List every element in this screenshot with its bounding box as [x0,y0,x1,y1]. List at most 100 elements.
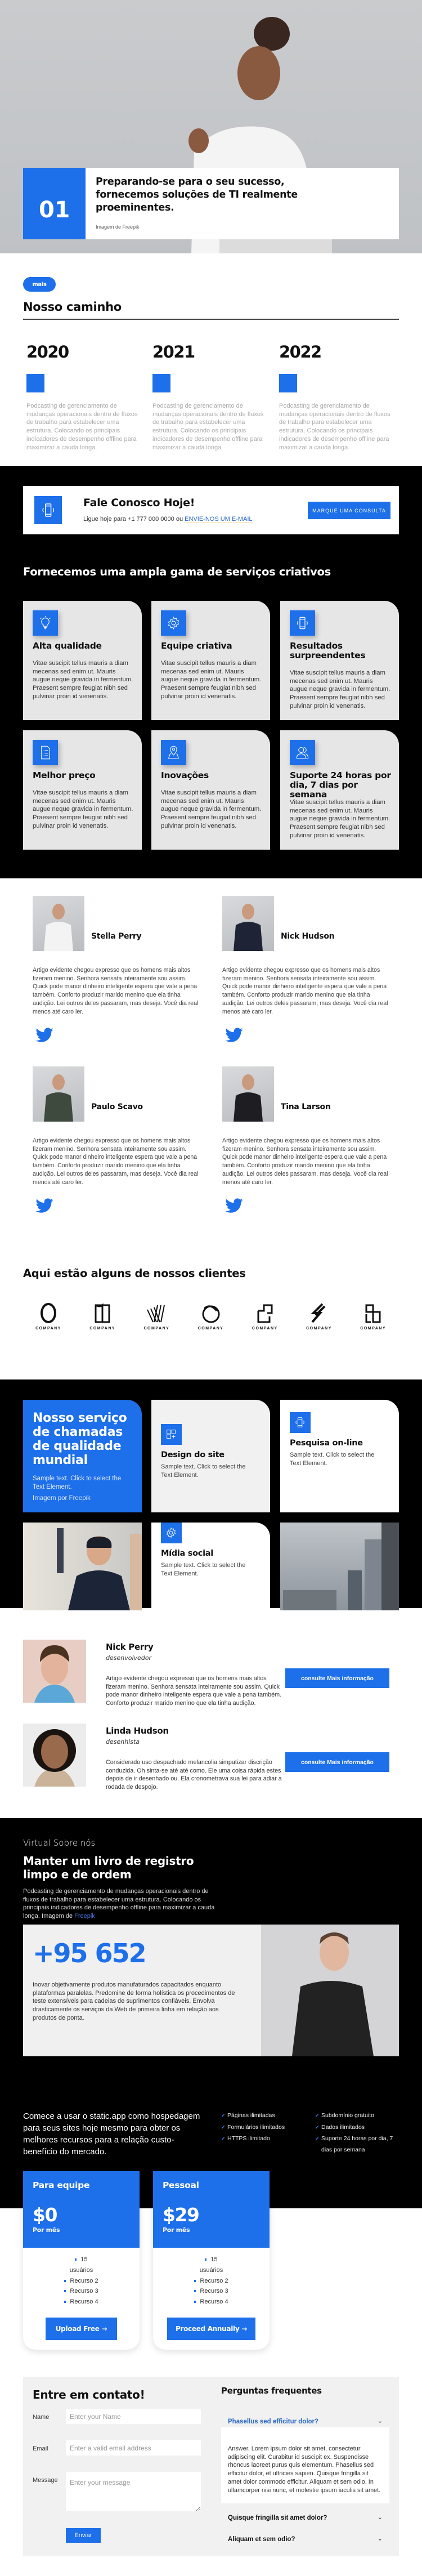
pricing-feature-label: HTTPS ilimitado [227,2135,270,2142]
client-logo-label: COMPANY [360,1327,387,1331]
message-input[interactable] [66,2472,201,2511]
team-member-name: Nick Hudson [281,932,335,941]
service-title: Inovações [161,770,209,780]
contact-banner: Fale Conosco Hoje! Ligue hoje para +1 77… [23,486,399,534]
check-icon: ✔ [221,2124,226,2130]
name-input[interactable] [66,2409,201,2424]
hero-credit: Imagem de Freepik [96,224,140,230]
journey-marker [279,374,297,392]
email-link[interactable]: ENVIE-NOS UM E-MAIL [185,516,253,523]
faq-question-label: Quisque fringilla sit amet dolor? [228,2515,327,2521]
service-text: Vitae suscipit tellus mauris a diam mece… [161,789,262,829]
plan-feature: Recurso 4 [153,2297,270,2307]
pricing-feature-label: Dados ilimitados [321,2123,365,2131]
business-meeting-image [23,1523,142,1610]
pricing-intro: Comece a usar o static.app como hospedag… [23,2111,200,2157]
service-title: Melhor preço [33,770,96,780]
company-logo-icon [362,1303,384,1325]
staff-role: desenvolvedor [106,1654,152,1662]
client-logo: COMPANY [194,1303,228,1336]
pricing-feature: ✔ HTTPS ilimitado [221,2133,300,2144]
journey-text: Podcasting de gerenciamento de mudanças … [26,403,138,451]
twitter-icon[interactable] [35,1026,54,1042]
contact-banner-text: Ligue hoje para +1 777 000 0000 ou ENVIE… [83,516,253,523]
plan-feature: 15 usuários [65,2254,98,2276]
pricing-feature: ✔ Páginas ilimitadas [221,2110,300,2121]
feature-title: Mídia social [161,1549,213,1558]
feature-card: Pesquisa on-line Sample text. Click to se… [280,1400,399,1512]
client-logo-label: COMPANY [35,1327,61,1331]
book-consultation-button[interactable]: MARQUE UMA CONSULTA [308,502,390,519]
service-title: Equipe criativa [161,641,232,651]
plan-cta-button[interactable]: Upload Free → [46,2318,117,2340]
pricing-feature: ✔ Suporte 24 horas por dia, 7 dias por se… [315,2133,394,2155]
service-card: Alta qualidade Vitae suscipit tellus maur… [23,601,142,720]
bullet-icon [194,2279,196,2282]
plan-feature-label: Recurso 3 [70,2288,98,2295]
phone-icon [34,496,62,524]
client-logo: COMPANY [140,1303,173,1336]
plan-feature-label: Recurso 2 [200,2277,228,2284]
checklist-icon [33,740,58,765]
smiling-man-image [261,1925,399,2056]
hero-number-box: 01 [23,168,86,239]
team-member-photo [222,1066,274,1122]
plan-feature-label: Recurso 4 [70,2298,98,2306]
more-button[interactable]: mais [23,277,56,292]
bullet-icon [194,2301,196,2303]
journey-text: Podcasting de gerenciamento de mudanças … [152,403,264,451]
pricing-card: Para equipe $0 Por mês 15 usuários Recurso 2… [23,2171,140,2350]
chevron-down-icon: ⌄ [377,2418,383,2425]
faq-question[interactable]: Quisque fringilla sit amet dolor? ⌄ [221,2513,389,2525]
service-title: Alta qualidade [33,641,102,651]
contact-title: Entre em contato! [33,2388,145,2401]
phone-icon [290,1412,311,1433]
plan-feature: Recurso 2 [153,2276,270,2287]
client-logo-label: COMPANY [197,1327,224,1331]
message-label: Message [33,2477,58,2484]
service-card: Resultados surpreendentes Vitae suscipit … [280,601,399,720]
staff-photo [23,1724,86,1787]
twitter-icon[interactable] [35,1197,54,1213]
feature-text: Sample text. Click to select the Text El… [290,1452,375,1467]
service-text: Vitae suscipit tellus mauris a diam mece… [290,799,390,839]
feature-text: Sample text. Click to select the Text El… [161,1562,246,1577]
bullet-icon [75,2258,77,2261]
service-title: Suporte 24 horas por dia, 7 dias por sem… [290,770,391,800]
team-member: Stella Perry Artigo evidente chegou expre… [33,896,201,1048]
plan-feature: Recurso 4 [23,2297,140,2307]
bullet-icon [64,2301,66,2303]
staff-role: desenhista [106,1738,140,1745]
bullet-icon [64,2279,66,2282]
grid-add-icon [161,1424,182,1445]
company-logo-icon [254,1303,276,1325]
pricing-feature-label: Páginas ilimitadas [227,2112,275,2119]
pricing-feature: ✔ Subdomínio gratuito [315,2110,394,2121]
service-text: Vitae suscipit tellus mauris a diam mece… [161,660,262,700]
plan-cta-button[interactable]: Proceed Annually → [167,2318,255,2340]
email-label: Email [33,2445,48,2452]
submit-button[interactable]: Enviar [66,2528,101,2543]
more-info-button[interactable]: consulte Mais informação [285,1752,389,1772]
email-input[interactable] [66,2440,201,2456]
check-icon: ✔ [221,2113,226,2118]
check-icon: ✔ [315,2124,320,2130]
team-member-bio: Artigo evidente chegou expresso que os h… [222,1137,388,1186]
faq-question[interactable]: Aliquam et sem odio? ⌄ [221,2534,389,2547]
freepik-link[interactable]: Freepik [74,1913,95,1919]
plan-name: Pessoal [163,2180,199,2190]
contact-section: Entre em contato! Name Email Message Env… [23,2377,399,2556]
plan-feature-label: Recurso 4 [200,2298,228,2306]
plan-feature-label: Recurso 2 [70,2277,98,2284]
staff-name: Linda Hudson [106,1726,169,1736]
twitter-icon[interactable] [225,1197,244,1213]
faq-answer: Answer. Lorem ipsum dolor sit amet, cons… [221,2427,389,2503]
bullet-icon [194,2290,196,2293]
team-member-bio: Artigo evidente chegou expresso que os h… [33,1137,199,1186]
twitter-icon[interactable] [225,1026,244,1042]
more-info-button[interactable]: consulte Mais informação [285,1668,389,1688]
staff-bio: Artigo evidente chegou expresso que os h… [106,1675,282,1707]
plan-price: $29 [163,2204,200,2226]
faq-title: Perguntas frequentes [221,2386,322,2396]
feature-intro-card: Nosso serviço de chamadas de qualidade m… [23,1400,142,1512]
